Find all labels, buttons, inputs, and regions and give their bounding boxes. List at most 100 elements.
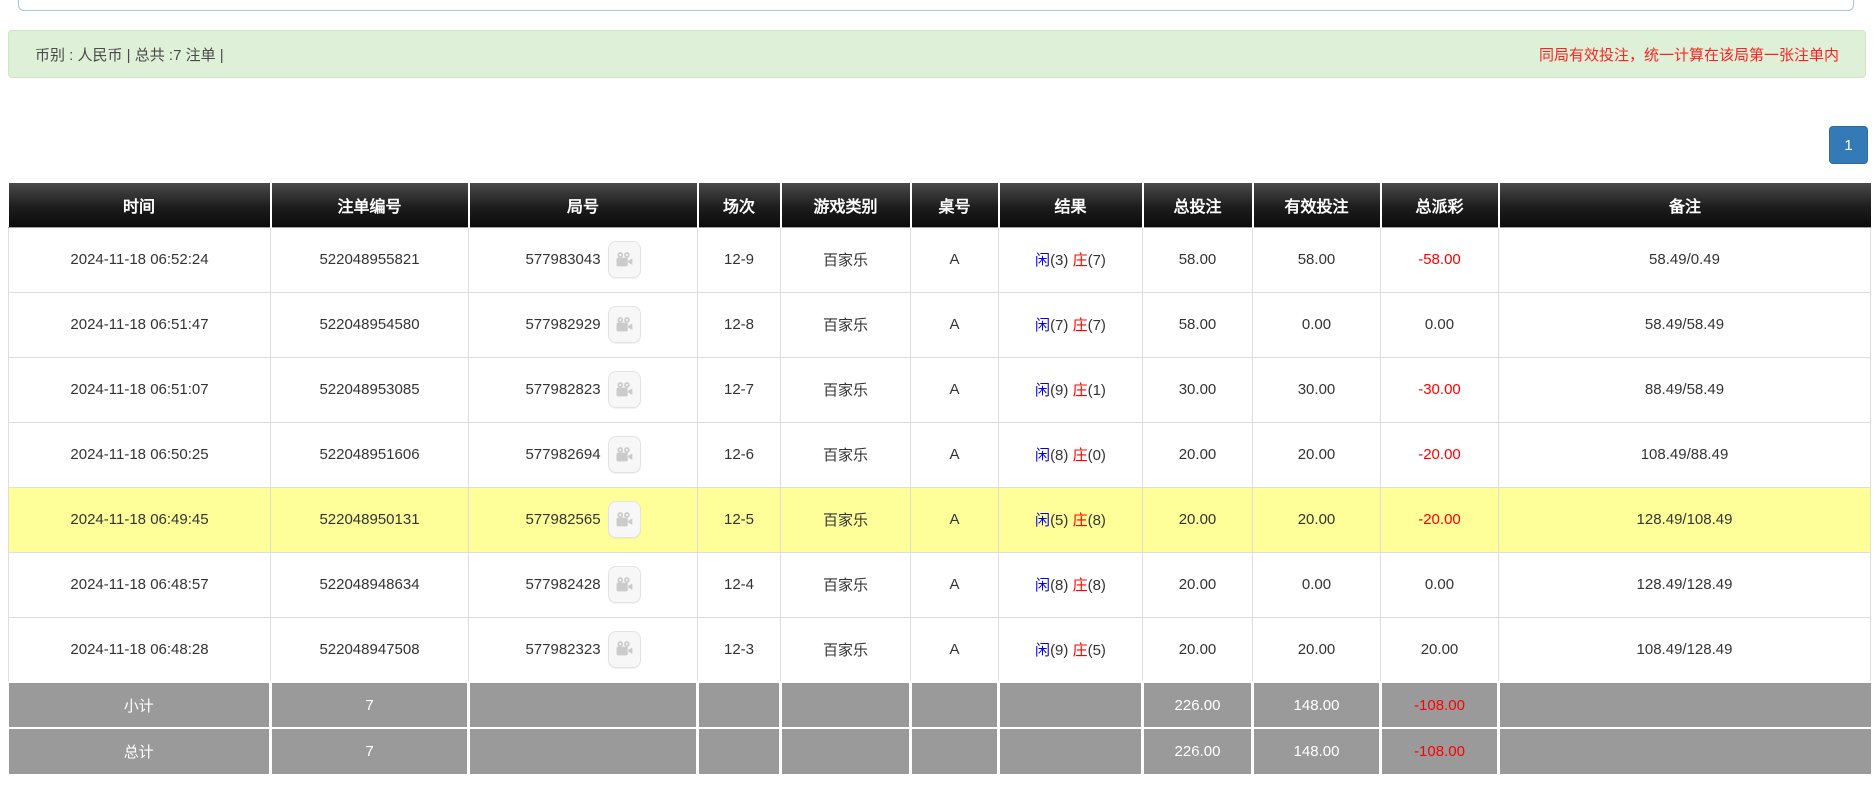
- result-player-points: (8): [1050, 447, 1068, 464]
- cell-payout: -30.00: [1381, 357, 1499, 422]
- cell-time: 2024-11-18 06:48:57: [9, 552, 271, 617]
- video-camera-icon: [614, 250, 634, 270]
- video-replay-button[interactable]: [608, 631, 641, 668]
- video-replay-button[interactable]: [608, 371, 641, 408]
- table-row: 2024-11-18 06:48:28 522048947508 5779823…: [9, 617, 1871, 682]
- summary-round: [469, 728, 698, 774]
- cell-session: 12-7: [698, 357, 781, 422]
- cell-session: 12-6: [698, 422, 781, 487]
- cell-total-bet[interactable]: 20.00: [1143, 617, 1253, 682]
- cell-table-no: A: [911, 227, 999, 292]
- cell-total-bet[interactable]: 58.00: [1143, 292, 1253, 357]
- result-player-points: (7): [1050, 317, 1068, 334]
- cell-total-bet[interactable]: 20.00: [1143, 422, 1253, 487]
- cell-round-id: 577982428: [469, 552, 698, 617]
- summary-count: 7: [271, 728, 469, 774]
- cell-total-bet[interactable]: 58.00: [1143, 227, 1253, 292]
- summary-game: [781, 682, 911, 728]
- cell-game-type: 百家乐: [781, 422, 911, 487]
- cell-result: 闲(3) 庄(7): [999, 227, 1143, 292]
- pagination-page-1[interactable]: 1: [1829, 126, 1868, 164]
- video-replay-button[interactable]: [608, 501, 641, 538]
- cell-game-type: 百家乐: [781, 487, 911, 552]
- cell-payout: -58.00: [1381, 227, 1499, 292]
- summary-count: 7: [271, 682, 469, 728]
- cell-time: 2024-11-18 06:52:24: [9, 227, 271, 292]
- video-camera-icon: [614, 445, 634, 465]
- cell-round-id: 577982565: [469, 487, 698, 552]
- cell-game-type: 百家乐: [781, 357, 911, 422]
- table-row: 2024-11-18 06:49:45 522048950131 5779825…: [9, 487, 1871, 552]
- cell-result: 闲(9) 庄(5): [999, 617, 1143, 682]
- cell-remark: 128.49/108.49: [1499, 487, 1871, 552]
- video-camera-icon: [614, 315, 634, 335]
- cell-remark: 108.49/88.49: [1499, 422, 1871, 487]
- cell-session: 12-5: [698, 487, 781, 552]
- cell-round-id: 577983043: [469, 227, 698, 292]
- result-player-points: (9): [1050, 382, 1068, 399]
- round-id-value: 577982428: [525, 576, 600, 593]
- table-row: 2024-11-18 06:50:25 522048951606 5779826…: [9, 422, 1871, 487]
- cell-session: 12-3: [698, 617, 781, 682]
- table-row: 2024-11-18 06:52:24 522048955821 5779830…: [9, 227, 1871, 292]
- col-header-round-id: 局号: [469, 183, 698, 227]
- table-row: 2024-11-18 06:51:07 522048953085 5779828…: [9, 357, 1871, 422]
- round-id-value: 577982323: [525, 641, 600, 658]
- cell-total-bet[interactable]: 20.00: [1143, 487, 1253, 552]
- currency-total-summary: 币别 : 人民币 | 总共 :7 注单 |: [35, 44, 224, 65]
- result-banker-label: 庄: [1073, 447, 1088, 464]
- cell-result: 闲(7) 庄(7): [999, 292, 1143, 357]
- result-player-points: (3): [1050, 252, 1068, 269]
- col-header-table-no: 桌号: [911, 183, 999, 227]
- cell-total-bet[interactable]: 20.00: [1143, 552, 1253, 617]
- cell-remark: 108.49/128.49: [1499, 617, 1871, 682]
- round-id-value: 577983043: [525, 251, 600, 268]
- video-camera-icon: [614, 575, 634, 595]
- cell-result: 闲(5) 庄(8): [999, 487, 1143, 552]
- summary-table: [911, 728, 999, 774]
- info-bar: 币别 : 人民币 | 总共 :7 注单 | 同局有效投注，统一计算在该局第一张注…: [8, 30, 1866, 78]
- col-header-game-type: 游戏类别: [781, 183, 911, 227]
- cell-round-id: 577982929: [469, 292, 698, 357]
- video-replay-button[interactable]: [608, 436, 641, 473]
- result-player-points: (8): [1050, 577, 1068, 594]
- col-header-result: 结果: [999, 183, 1143, 227]
- result-banker-label: 庄: [1073, 577, 1088, 594]
- round-id-value: 577982929: [525, 316, 600, 333]
- cell-payout: -20.00: [1381, 422, 1499, 487]
- cell-valid-bet: 0.00: [1253, 552, 1381, 617]
- result-player-label: 闲: [1035, 382, 1050, 399]
- cell-total-bet[interactable]: 30.00: [1143, 357, 1253, 422]
- result-banker-label: 庄: [1073, 317, 1088, 334]
- table-row: 2024-11-18 06:48:57 522048948634 5779824…: [9, 552, 1871, 617]
- cell-table-no: A: [911, 422, 999, 487]
- cell-result: 闲(8) 庄(8): [999, 552, 1143, 617]
- cell-game-type: 百家乐: [781, 552, 911, 617]
- cell-time: 2024-11-18 06:51:47: [9, 292, 271, 357]
- col-header-payout: 总派彩: [1381, 183, 1499, 227]
- cell-valid-bet: 20.00: [1253, 422, 1381, 487]
- cell-round-id: 577982694: [469, 422, 698, 487]
- summary-session: [698, 682, 781, 728]
- cell-bet-id: 522048948634: [271, 552, 469, 617]
- video-replay-button[interactable]: [608, 566, 641, 603]
- bet-records-table: 时间 注单编号 局号 场次 游戏类别 桌号 结果 总投注 有效投注 总派彩 备注…: [8, 183, 1871, 774]
- cell-table-no: A: [911, 487, 999, 552]
- cell-table-no: A: [911, 552, 999, 617]
- video-replay-button[interactable]: [608, 241, 641, 278]
- cell-result: 闲(8) 庄(0): [999, 422, 1143, 487]
- cell-payout: 0.00: [1381, 552, 1499, 617]
- cell-remark: 58.49/0.49: [1499, 227, 1871, 292]
- col-header-remark: 备注: [1499, 183, 1871, 227]
- summary-payout: -108.00: [1381, 728, 1499, 774]
- cell-bet-id: 522048947508: [271, 617, 469, 682]
- col-header-bet-id: 注单编号: [271, 183, 469, 227]
- result-player-label: 闲: [1035, 577, 1050, 594]
- summary-valid-bet: 148.00: [1253, 682, 1381, 728]
- result-banker-points: (5): [1088, 642, 1106, 659]
- cell-valid-bet: 58.00: [1253, 227, 1381, 292]
- cell-valid-bet: 20.00: [1253, 617, 1381, 682]
- video-camera-icon: [614, 639, 634, 659]
- video-replay-button[interactable]: [608, 306, 641, 343]
- result-banker-label: 庄: [1073, 382, 1088, 399]
